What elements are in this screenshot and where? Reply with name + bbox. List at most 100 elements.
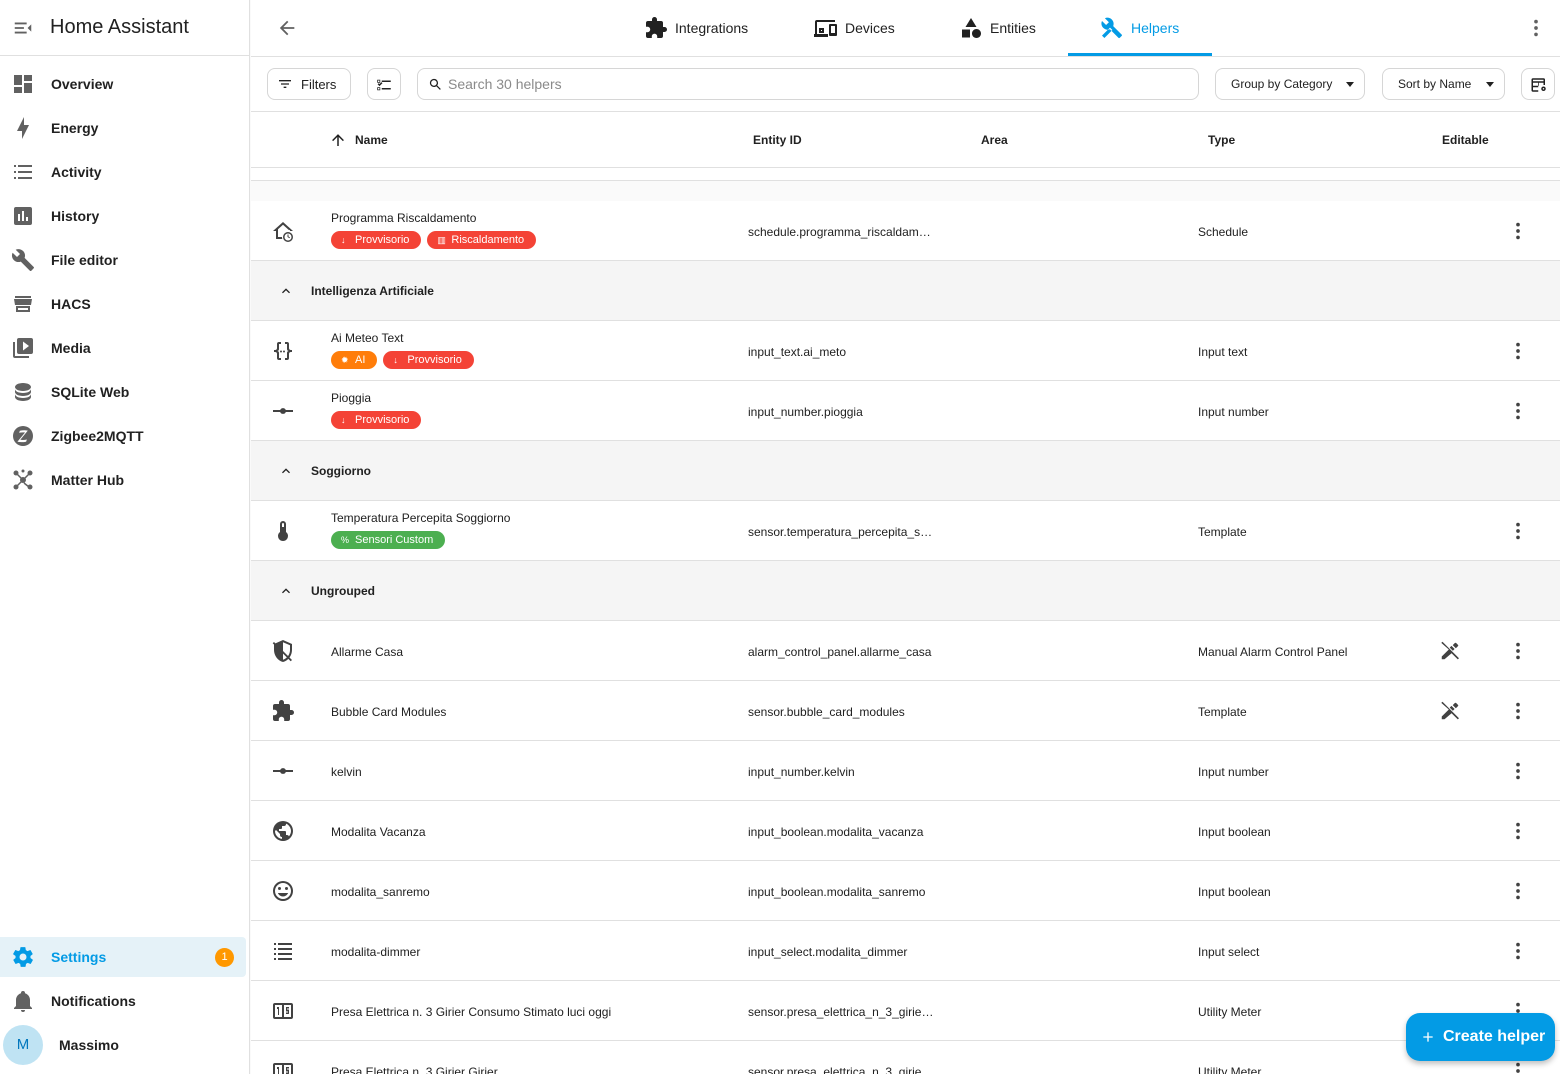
cog-icon	[11, 945, 35, 969]
sidebar-item-sqlite-web[interactable]: SQLite Web	[0, 372, 246, 412]
table-row[interactable]: Programma Riscaldamento ↓ Provvisorio ▥ Risc…	[251, 201, 1560, 261]
table-row[interactable]: kelvin input_number.kelvin Input number	[251, 741, 1560, 801]
tab-integrations[interactable]: Integrations	[644, 0, 764, 56]
sidebar-item-file-editor[interactable]: File editor	[0, 240, 246, 280]
search-field[interactable]	[417, 68, 1199, 100]
table-row[interactable]: Presa Elettrica n. 3 Girier Consumo Stim…	[251, 981, 1560, 1041]
row-overflow-menu-icon[interactable]	[1507, 880, 1529, 902]
helper-type: Utility Meter	[1198, 1065, 1262, 1074]
table-row[interactable]: Presa Elettrica n. 3 Girier Girier sensor…	[251, 1041, 1560, 1074]
row-overflow-menu-icon[interactable]	[1507, 400, 1529, 422]
tab-devices[interactable]: Devices	[814, 0, 914, 56]
entity-id: input_number.kelvin	[748, 765, 855, 779]
entity-id: input_boolean.modalita_vacanza	[748, 825, 924, 839]
chevron-up-icon[interactable]	[278, 283, 294, 299]
notification-count-badge: 1	[215, 948, 234, 967]
selection-mode-button[interactable]	[367, 68, 401, 100]
sidebar-item-settings[interactable]: Settings 1	[0, 937, 246, 977]
label-chip[interactable]: % Sensori Custom	[331, 531, 446, 549]
chevron-up-icon[interactable]	[278, 463, 294, 479]
sidebar-item-label: Notifications	[51, 993, 136, 1009]
sidebar-item-label: Overview	[51, 76, 114, 92]
table-row[interactable]: Bubble Card Modules sensor.bubble_card_mo…	[251, 681, 1560, 741]
tab-helpers[interactable]: Helpers	[1100, 0, 1200, 56]
overflow-menu-icon[interactable]	[1525, 17, 1547, 39]
sidebar-item-label: Matter Hub	[51, 472, 125, 488]
lightbulb-icon: ✹	[341, 355, 349, 365]
entity-id: schedule.programma_riscaldam…	[748, 225, 931, 239]
group-header[interactable]: Soggiorno	[251, 441, 1560, 501]
chevron-up-icon[interactable]	[278, 583, 294, 599]
avatar[interactable]: M	[3, 1025, 43, 1065]
table-row[interactable]: Allarme Casa alarm_control_panel.allarme_…	[251, 621, 1560, 681]
tab-entities[interactable]: Entities	[959, 0, 1059, 56]
row-overflow-menu-icon[interactable]	[1507, 520, 1529, 542]
table-cog-icon	[1530, 76, 1548, 94]
sidebar-item-label: Media	[51, 340, 91, 356]
helper-type: Input text	[1198, 345, 1248, 359]
sort-by-dropdown[interactable]: Sort by Name	[1382, 68, 1505, 100]
row-overflow-menu-icon[interactable]	[1507, 640, 1529, 662]
label-chip[interactable]: ↓ Provvisorio	[383, 351, 474, 369]
tab-label: Helpers	[1131, 20, 1180, 36]
table-row[interactable]: Temperatura Percepita Soggiorno% Sensori …	[251, 501, 1560, 561]
table-row[interactable]: Ai Meteo Text ✹ AI ↓ Provvisorio input_text.a…	[251, 321, 1560, 381]
thermometer-icon	[271, 519, 295, 543]
table-row[interactable]: modalita_sanremo input_boolean.modalita_s…	[251, 861, 1560, 921]
table-row[interactable]: modalita-dimmer input_select.modalita_dim…	[251, 921, 1560, 981]
label-chip[interactable]: ↓ Provvisorio	[331, 411, 422, 429]
sidebar-item-label: Settings	[51, 949, 107, 965]
sidebar-item-hacs[interactable]: HACS	[0, 284, 246, 324]
ray-vertex-icon	[271, 759, 295, 783]
row-overflow-menu-icon[interactable]	[1507, 760, 1529, 782]
user-name[interactable]: Massimo	[59, 1037, 119, 1053]
entity-id: input_select.modalita_dimmer	[748, 945, 908, 959]
sidebar-item-notifications[interactable]: Notifications	[0, 981, 246, 1021]
row-overflow-menu-icon[interactable]	[1507, 1060, 1529, 1074]
sidebar-item-history[interactable]: History	[0, 196, 246, 236]
sidebar-item-media[interactable]: Media	[0, 328, 246, 368]
create-helper-button[interactable]: Create helper	[1406, 1013, 1555, 1061]
search-input[interactable]	[448, 71, 1188, 97]
sidebar-item-energy[interactable]: Energy	[0, 108, 246, 148]
group-by-dropdown[interactable]: Group by Category	[1215, 68, 1365, 100]
sidebar-item-matter-hub[interactable]: Matter Hub	[0, 460, 246, 500]
label-chip[interactable]: ✹ AI	[331, 351, 378, 369]
label-chip[interactable]: ↓ Provvisorio	[331, 231, 422, 249]
arrow-down-icon: ↓	[341, 415, 346, 425]
table-row[interactable]: Pioggia ↓ Provvisorio input_number.pioggia I…	[251, 381, 1560, 441]
chart-box-icon	[11, 204, 35, 228]
row-overflow-menu-icon[interactable]	[1507, 820, 1529, 842]
dashboard-icon	[11, 72, 35, 96]
row-overflow-menu-icon[interactable]	[1507, 220, 1529, 242]
entity-id: input_boolean.modalita_sanremo	[748, 885, 926, 899]
sidebar-item-label: File editor	[51, 252, 118, 268]
column-header-type[interactable]: Type	[1208, 133, 1235, 147]
database-icon	[11, 380, 35, 404]
group-header[interactable]: Intelligenza Artificiale	[251, 261, 1560, 321]
sort-ascending-arrow-icon[interactable]	[329, 131, 347, 149]
column-header-entity-id[interactable]: Entity ID	[753, 133, 802, 147]
back-arrow-icon[interactable]	[276, 17, 298, 39]
tab-label: Integrations	[675, 20, 749, 36]
row-overflow-menu-icon[interactable]	[1507, 940, 1529, 962]
sidebar-item-overview[interactable]: Overview	[0, 64, 246, 104]
group-header[interactable]: Ungrouped	[251, 561, 1560, 621]
table-settings-button[interactable]	[1521, 68, 1555, 100]
label-chip[interactable]: ▥ Riscaldamento	[427, 231, 537, 249]
group-by-label: Group by Category	[1231, 77, 1333, 91]
radiator-icon: ▥	[437, 235, 446, 245]
row-overflow-menu-icon[interactable]	[1507, 340, 1529, 362]
chip-label: Riscaldamento	[451, 234, 525, 246]
sidebar-item-zigbee2mqtt[interactable]: Zigbee2MQTT	[0, 416, 246, 456]
play-box-multiple-icon	[11, 336, 35, 360]
column-header-editable[interactable]: Editable	[1442, 133, 1489, 147]
table-row[interactable]: Modalita Vacanza input_boolean.modalita_v…	[251, 801, 1560, 861]
menu-icon[interactable]	[12, 17, 34, 39]
column-header-area[interactable]: Area	[981, 133, 1008, 147]
row-overflow-menu-icon[interactable]	[1507, 700, 1529, 722]
sidebar-item-activity[interactable]: Activity	[0, 152, 246, 192]
filters-button[interactable]: Filters	[267, 68, 351, 100]
column-header-name[interactable]: Name	[355, 133, 388, 147]
format-list-icon	[271, 939, 295, 963]
